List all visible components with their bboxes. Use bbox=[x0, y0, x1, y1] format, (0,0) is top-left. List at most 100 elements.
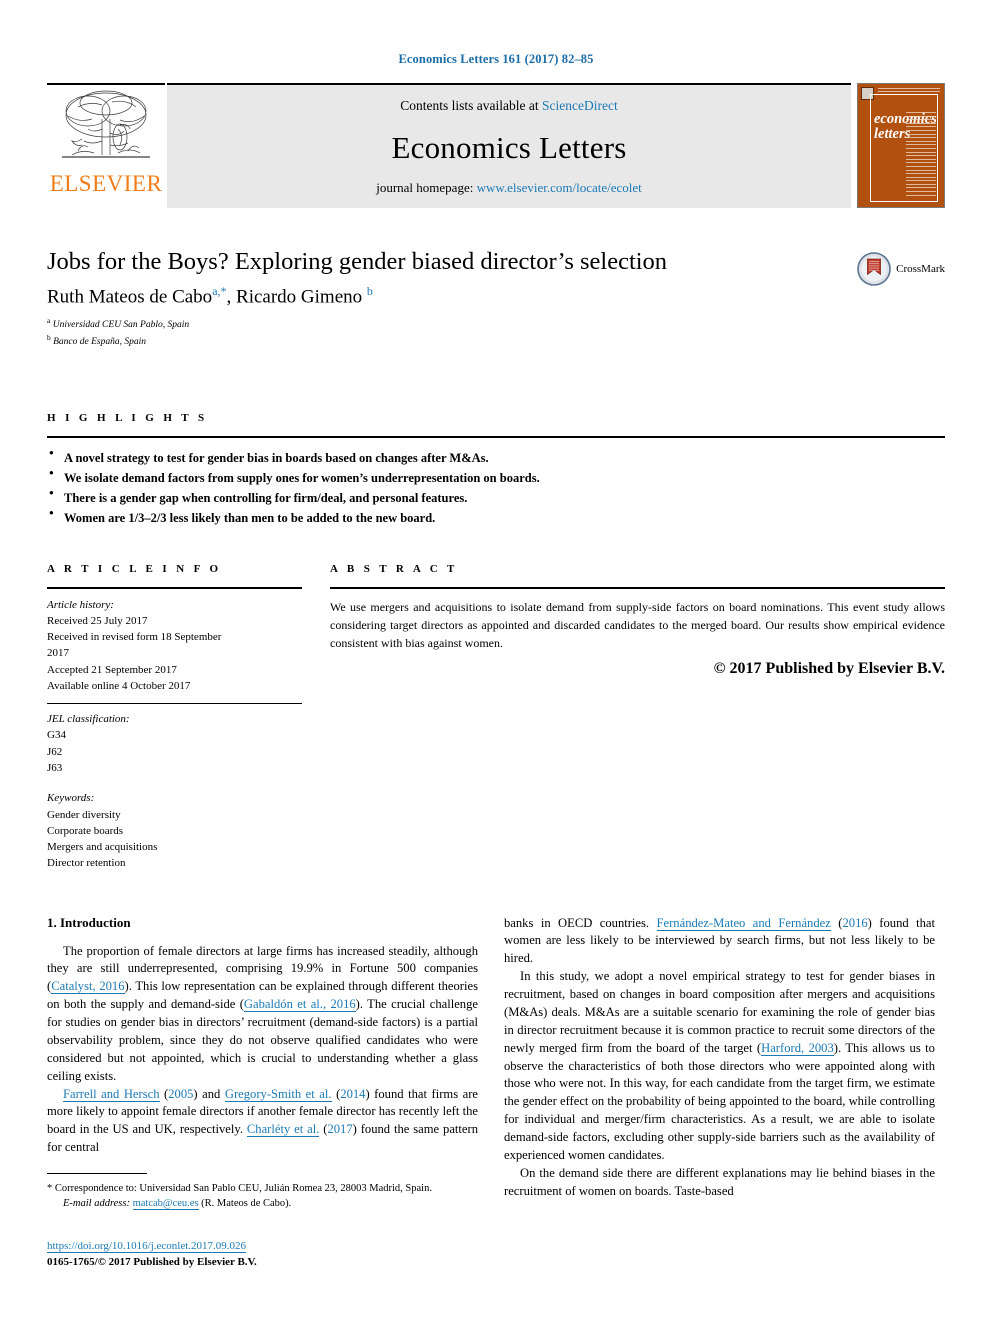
para-text: ( bbox=[331, 1086, 341, 1101]
paragraph: In this study, we adopt a novel empirica… bbox=[504, 968, 935, 1165]
journal-title: Economics Letters bbox=[391, 129, 627, 165]
crossmark-icon bbox=[857, 252, 891, 286]
journal-masthead: ELSEVIER Contents lists available at Sci… bbox=[47, 83, 945, 208]
article-info-label: A R T I C L E I N F O bbox=[47, 562, 222, 575]
abstract-copyright: © 2017 Published by Elsevier B.V. bbox=[713, 660, 945, 678]
history-online: Available online 4 October 2017 bbox=[47, 679, 191, 692]
body-columns: 1. Introduction The proportion of female… bbox=[47, 915, 945, 1271]
jel-code: J62 bbox=[47, 745, 63, 758]
author-1-affil-marker: a,* bbox=[212, 284, 227, 299]
elsevier-tree-icon bbox=[62, 90, 150, 158]
email-note: E-mail address: matcab@ceu.es (R. Mateos… bbox=[47, 1196, 478, 1211]
affiliation-a-marker: a bbox=[47, 315, 51, 325]
author-list: Ruth Mateos de Caboa,*, Ricardo Gimeno b bbox=[47, 284, 945, 308]
cover-contents-lines bbox=[906, 112, 936, 198]
affiliation-a: a Universidad CEU San Pablo, Spain bbox=[47, 316, 945, 333]
affiliations: a Universidad CEU San Pablo, Spain b Ban… bbox=[47, 316, 945, 350]
cover-top-rules bbox=[878, 88, 940, 93]
paragraph: On the demand side there are different e… bbox=[504, 1165, 935, 1198]
highlights-label: H I G H L I G H T S bbox=[47, 411, 208, 424]
jel-code: J63 bbox=[47, 762, 63, 774]
paragraph: The proportion of female directors at la… bbox=[47, 943, 478, 1086]
doi-link[interactable]: https://doi.org/10.1016/j.econlet.2017.0… bbox=[47, 1239, 247, 1253]
info-divider bbox=[47, 703, 302, 705]
paragraph: banks in OECD countries. Fernández-Mateo… bbox=[504, 915, 935, 969]
citation-gregory-smith[interactable]: Gregory-Smith et al. bbox=[224, 1086, 332, 1102]
paragraph: Farrell and Hersch (2005) and Gregory-Sm… bbox=[47, 1086, 478, 1158]
citation-fernandez-mateo[interactable]: Fernández-Mateo and Fernández bbox=[656, 915, 831, 931]
publication-footer: https://doi.org/10.1016/j.econlet.2017.0… bbox=[47, 1238, 478, 1271]
paper-page: Economics Letters 161 (2017) 82–85 ELSEV… bbox=[0, 0, 992, 1323]
page-title: Jobs for the Boys? Exploring gender bias… bbox=[47, 248, 668, 275]
citation-charlety-year[interactable]: 2017 bbox=[327, 1122, 352, 1136]
keyword: Corporate boards bbox=[47, 824, 124, 837]
footnote-block: * Correspondence to: Universidad San Pab… bbox=[47, 1173, 478, 1270]
para-text: ( bbox=[830, 915, 843, 930]
keyword: Director retention bbox=[47, 857, 126, 870]
jel-code: G34 bbox=[47, 729, 66, 742]
body-column-left: 1. Introduction The proportion of female… bbox=[47, 915, 478, 1271]
list-item: Women are 1/3–2/3 less likely than men t… bbox=[47, 507, 945, 528]
article-history-label: Article history: bbox=[47, 598, 114, 611]
history-revised: Received in revised form 18 September bbox=[47, 631, 222, 644]
author-2-affil-marker: b bbox=[366, 284, 373, 299]
homepage-link[interactable]: www.elsevier.com/locate/ecolet bbox=[477, 180, 642, 195]
affiliation-b: b Banco de España, Spain bbox=[47, 333, 945, 350]
abstract-text: We use mergers and acquisitions to isola… bbox=[330, 599, 945, 651]
citation-fernandez-mateo-year[interactable]: 2016 bbox=[842, 916, 867, 930]
affiliation-b-marker: b bbox=[47, 332, 51, 342]
sciencedirect-link[interactable]: ScienceDirect bbox=[542, 98, 618, 113]
journal-cover-thumbnail: economics letters bbox=[857, 83, 945, 208]
citation-gabaldon-2016[interactable]: Gabaldón et al., 2016 bbox=[243, 997, 356, 1013]
citation-harford-2003[interactable]: Harford, 2003 bbox=[761, 1040, 834, 1056]
crossmark-label: CrossMark bbox=[896, 263, 945, 275]
running-head: Economics Letters 161 (2017) 82–85 bbox=[398, 52, 594, 66]
keywords-group: Keywords: Gender diversity Corporate boa… bbox=[47, 790, 302, 871]
abstract-label: A B S T R A C T bbox=[330, 562, 458, 575]
history-received: Received 25 July 2017 bbox=[47, 614, 148, 627]
list-item: We isolate demand factors from supply on… bbox=[47, 467, 945, 488]
journal-banner: Contents lists available at ScienceDirec… bbox=[167, 83, 851, 208]
abstract-column: A B S T R A C T We use mergers and acqui… bbox=[330, 563, 945, 875]
homepage-prefix: journal homepage: bbox=[376, 180, 474, 195]
keyword: Mergers and acquisitions bbox=[47, 841, 158, 854]
elsevier-wordmark: ELSEVIER bbox=[49, 171, 163, 196]
affiliation-a-text: Universidad CEU San Pablo, Spain bbox=[52, 319, 190, 330]
citation-gregory-smith-year[interactable]: 2014 bbox=[340, 1087, 365, 1101]
para-text: ). This allows us to observe the charact… bbox=[504, 1040, 935, 1162]
highlights-list: A novel strategy to test for gender bias… bbox=[47, 438, 945, 529]
history-accepted: Accepted 21 September 2017 bbox=[47, 663, 177, 676]
para-text: banks in OECD countries. bbox=[504, 915, 657, 930]
info-abstract-block: A R T I C L E I N F O Article history: R… bbox=[47, 563, 945, 875]
correspondence-note: * Correspondence to: Universidad San Pab… bbox=[47, 1183, 432, 1195]
article-history: Article history: Received 25 July 2017 R… bbox=[47, 597, 302, 695]
author-1: Ruth Mateos de Cabo bbox=[47, 286, 213, 308]
para-text: ( bbox=[159, 1086, 169, 1101]
keywords-label: Keywords: bbox=[47, 792, 95, 805]
citation-charlety[interactable]: Charléty et al. bbox=[246, 1122, 320, 1138]
elsevier-logo: ELSEVIER bbox=[47, 83, 165, 208]
homepage-line: journal homepage: www.elsevier.com/locat… bbox=[376, 180, 642, 196]
author-2: , Ricardo Gimeno bbox=[226, 286, 363, 308]
list-item: There is a gender gap when controlling f… bbox=[47, 487, 945, 508]
citation-catalyst-2016[interactable]: Catalyst, 2016 bbox=[51, 979, 125, 995]
email-label: E-mail address: bbox=[63, 1198, 130, 1210]
contents-prefix: Contents lists available at bbox=[400, 98, 539, 113]
list-item: A novel strategy to test for gender bias… bbox=[47, 447, 945, 468]
crossmark-badge[interactable]: CrossMark bbox=[857, 252, 945, 286]
keyword: Gender diversity bbox=[47, 808, 121, 821]
citation-farrell-hersch[interactable]: Farrell and Hersch bbox=[63, 1086, 160, 1102]
contents-line: Contents lists available at ScienceDirec… bbox=[400, 98, 617, 114]
email-owner: (R. Mateos de Cabo). bbox=[201, 1198, 292, 1210]
jel-label: JEL classification: bbox=[47, 713, 130, 726]
body-column-right: banks in OECD countries. Fernández-Mateo… bbox=[504, 915, 935, 1271]
para-text: ) and bbox=[193, 1086, 225, 1101]
email-link[interactable]: matcab@ceu.es bbox=[132, 1198, 199, 1211]
jel-classification: JEL classification: G34 J62 J63 bbox=[47, 711, 302, 776]
highlights-section: H I G H L I G H T S A novel strategy to … bbox=[47, 412, 945, 529]
article-info-column: A R T I C L E I N F O Article history: R… bbox=[47, 563, 302, 875]
history-revised-year: 2017 bbox=[47, 647, 69, 660]
citation-farrell-hersch-year[interactable]: 2005 bbox=[168, 1087, 193, 1101]
article-info-body: Article history: Received 25 July 2017 R… bbox=[47, 589, 302, 872]
